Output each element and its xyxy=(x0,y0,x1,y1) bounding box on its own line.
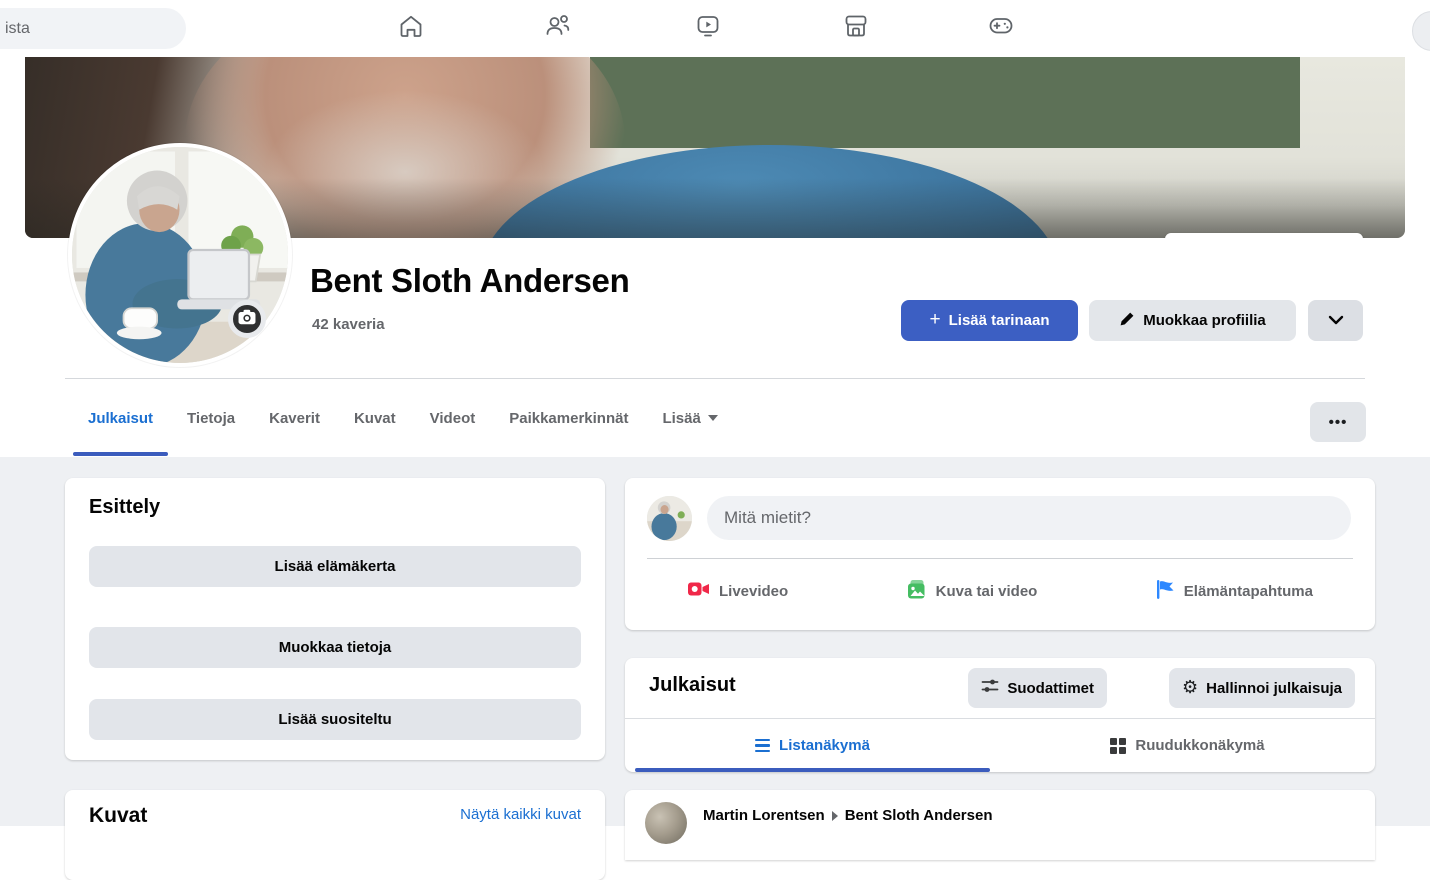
cover-chalkboard xyxy=(590,57,1300,148)
profile-tab-bar: Julkaisut Tietoja Kaverit Kuvat Videot P… xyxy=(65,378,1365,457)
intro-title: Esittely xyxy=(89,496,160,519)
edit-cover-button[interactable]: Muokkaa kansikuvaa xyxy=(1165,233,1363,238)
edit-profile-label: Muokkaa profiilia xyxy=(1143,312,1266,329)
manage-posts-button[interactable]: ⚙ Hallinnoi julkaisuja xyxy=(1169,668,1355,708)
list-view-tab[interactable]: Listanäkymä xyxy=(625,719,1000,772)
life-event-button[interactable]: Elämäntapahtuma xyxy=(1155,579,1313,604)
home-icon[interactable] xyxy=(396,9,426,43)
watch-icon[interactable] xyxy=(693,9,723,43)
live-video-icon xyxy=(687,579,710,603)
tab-kuvat[interactable]: Kuvat xyxy=(337,379,413,457)
post-header: Martin Lorentsen Bent Sloth Andersen xyxy=(703,807,992,824)
view-toggle: Listanäkymä Ruudukkonäkymä xyxy=(625,719,1375,772)
edit-profile-button[interactable]: Muokkaa profiilia xyxy=(1089,300,1296,341)
photos-title: Kuvat xyxy=(89,804,147,828)
account-menu-button[interactable] xyxy=(1412,11,1430,51)
status-placeholder: Mitä mietit? xyxy=(724,508,811,528)
composer-actions: Livevideo Kuva tai video xyxy=(625,566,1375,616)
edit-avatar-button[interactable] xyxy=(228,300,266,338)
photo-video-icon xyxy=(906,579,927,604)
post-author-avatar[interactable] xyxy=(645,802,687,844)
composer-avatar[interactable] xyxy=(647,496,692,541)
add-bio-button[interactable]: Lisää elämäkerta xyxy=(89,546,581,587)
gear-icon: ⚙ xyxy=(1182,679,1198,697)
edit-details-button[interactable]: Muokkaa tietoja xyxy=(89,627,581,668)
post-card: Martin Lorentsen Bent Sloth Andersen xyxy=(625,790,1375,860)
life-event-icon xyxy=(1155,579,1175,604)
grid-view-icon xyxy=(1110,738,1126,754)
add-to-story-label: Lisää tarinaan xyxy=(949,312,1050,329)
add-to-story-button[interactable]: + Lisää tarinaan xyxy=(901,300,1078,341)
tab-lisaa[interactable]: Lisää xyxy=(645,379,734,457)
photo-video-button[interactable]: Kuva tai video xyxy=(906,579,1038,604)
see-all-photos-link[interactable]: Näytä kaikki kuvat xyxy=(460,806,581,823)
filters-icon xyxy=(981,677,999,699)
status-input[interactable]: Mitä mietit? xyxy=(707,496,1351,540)
marketplace-icon[interactable] xyxy=(841,9,871,43)
facebook-profile-page: ista xyxy=(0,0,1430,826)
intro-card: Esittely Lisää elämäkerta Muokkaa tietoj… xyxy=(65,478,605,760)
top-nav: ista xyxy=(0,0,1430,57)
tab-overflow-button[interactable]: ••• xyxy=(1310,402,1366,442)
composer-card: Mitä mietit? Livevideo xyxy=(625,478,1375,630)
posts-title: Julkaisut xyxy=(649,674,736,697)
tab-tietoja[interactable]: Tietoja xyxy=(170,379,252,457)
live-video-button[interactable]: Livevideo xyxy=(687,579,788,603)
posts-section-card: Julkaisut Suodattimet ⚙ Hallinnoi julkai… xyxy=(625,658,1375,772)
profile-more-button[interactable] xyxy=(1308,300,1363,341)
plus-icon: + xyxy=(930,309,941,331)
tab-videot[interactable]: Videot xyxy=(413,379,493,457)
more-icon: ••• xyxy=(1329,414,1348,431)
composer-divider xyxy=(647,558,1353,559)
gaming-icon[interactable] xyxy=(986,9,1016,43)
search-input[interactable]: ista xyxy=(0,8,186,49)
friends-icon[interactable] xyxy=(543,9,573,43)
grid-view-tab[interactable]: Ruudukkonäkymä xyxy=(1000,719,1375,772)
friends-count[interactable]: 42 kaveria xyxy=(312,316,385,333)
tab-kaverit[interactable]: Kaverit xyxy=(252,379,337,457)
pencil-icon xyxy=(1119,311,1135,331)
tab-paikkamerkinnat[interactable]: Paikkamerkinnät xyxy=(492,379,645,457)
camera-icon xyxy=(238,309,256,330)
add-featured-button[interactable]: Lisää suositeltu xyxy=(89,699,581,740)
filters-button[interactable]: Suodattimet xyxy=(968,668,1107,708)
page-title: Bent Sloth Andersen xyxy=(310,262,629,300)
tab-julkaisut[interactable]: Julkaisut xyxy=(71,379,170,457)
post-author-link[interactable]: Martin Lorentsen xyxy=(703,807,825,824)
post-target-link[interactable]: Bent Sloth Andersen xyxy=(845,807,993,824)
arrow-right-icon xyxy=(832,811,838,821)
search-text: ista xyxy=(5,20,30,38)
list-view-icon xyxy=(755,739,770,753)
photos-card: Kuvat Näytä kaikki kuvat xyxy=(65,790,605,880)
caret-down-icon xyxy=(708,415,718,421)
chevron-down-icon xyxy=(1328,312,1344,329)
